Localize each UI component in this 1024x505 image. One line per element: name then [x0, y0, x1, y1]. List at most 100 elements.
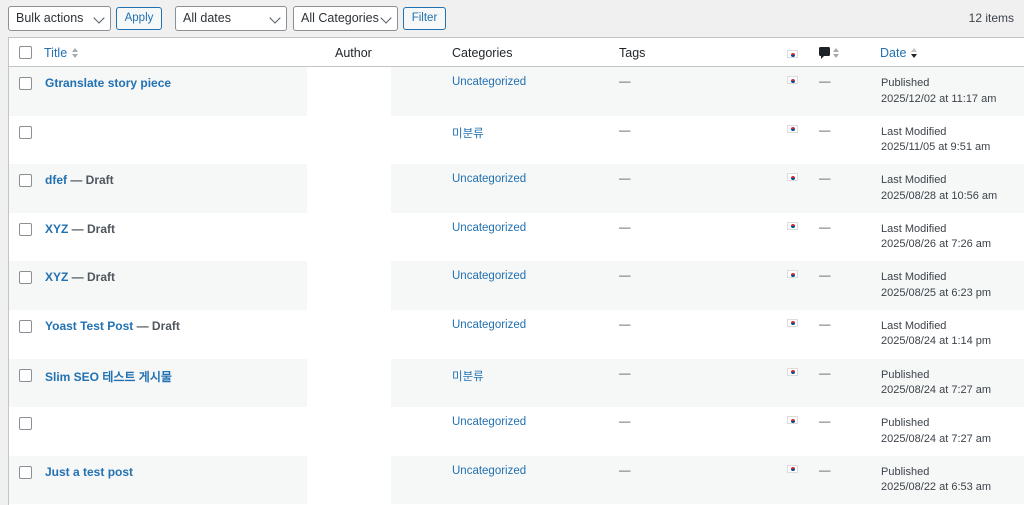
korean-flag-icon [787, 367, 798, 376]
author-cell [307, 309, 391, 359]
sort-desc-icon [911, 47, 918, 58]
post-category-link[interactable]: Uncategorized [452, 319, 526, 331]
table-header: Title Author Categories Tags Date [9, 38, 1024, 67]
language-cell[interactable] [787, 76, 798, 86]
post-comments: — [819, 124, 831, 137]
post-date-cell: Last Modified 2025/08/25 at 6:23 pm [881, 270, 991, 301]
post-date-cell: Last Modified 2025/08/24 at 1:14 pm [881, 319, 991, 350]
column-comments-header[interactable] [819, 47, 845, 61]
post-date-value: 2025/08/22 at 6:53 am [881, 481, 992, 494]
categories-filter-select[interactable]: All Categories [293, 6, 398, 31]
korean-flag-icon [787, 464, 798, 473]
language-cell[interactable] [787, 416, 798, 426]
bulk-actions-select[interactable]: Bulk actions [8, 6, 111, 31]
author-cell [307, 115, 391, 165]
post-category-link[interactable]: 미분류 [452, 125, 484, 141]
comment-icon [819, 47, 830, 59]
post-date-cell: Last Modified 2025/11/05 at 9:51 am [881, 125, 990, 156]
table-row: Yoast Test Post — Draft Uncategorized — … [9, 309, 1024, 359]
chevron-down-icon [269, 12, 281, 24]
post-date-status: Published [881, 465, 930, 478]
language-cell[interactable] [787, 464, 798, 475]
post-date-status: Published [881, 77, 930, 89]
row-checkbox[interactable] [19, 417, 32, 431]
column-date-header[interactable]: Date [880, 46, 918, 60]
post-state: — Draft [133, 318, 180, 333]
korean-flag-icon [787, 221, 798, 230]
korean-flag-icon [787, 76, 798, 84]
post-date-status: Last Modified [881, 271, 947, 284]
post-date-value: 2025/08/24 at 1:14 pm [881, 335, 992, 348]
column-title-header[interactable]: Title [44, 46, 79, 60]
post-comments: — [819, 270, 831, 283]
author-cell [307, 212, 391, 262]
post-title-cell: XYZ — Draft [45, 222, 115, 236]
post-comments: — [819, 367, 831, 380]
items-count: 12 items [968, 11, 1014, 25]
post-date-value: 2025/08/28 at 10:56 am [881, 189, 998, 202]
author-cell [307, 455, 391, 505]
post-tags: — [619, 464, 631, 477]
language-cell[interactable] [787, 318, 798, 329]
post-date-cell: Published 2025/08/22 at 6:53 am [881, 465, 991, 496]
row-checkbox[interactable] [19, 125, 32, 139]
post-category-link[interactable]: Uncategorized [452, 173, 526, 185]
row-checkbox[interactable] [19, 77, 32, 90]
post-tags: — [619, 124, 631, 137]
post-category-link[interactable]: Uncategorized [452, 270, 526, 282]
post-date-cell: Published 2025/12/02 at 11:17 am [881, 76, 996, 107]
post-title-link[interactable]: Just a test post [45, 465, 133, 479]
filter-button[interactable]: Filter [403, 7, 446, 30]
post-category-link[interactable]: Uncategorized [452, 416, 526, 428]
dates-filter-select[interactable]: All dates [175, 6, 287, 31]
post-date-value: 2025/08/24 at 7:27 am [881, 432, 992, 445]
post-state: — Draft [68, 221, 116, 236]
row-checkbox[interactable] [19, 368, 32, 382]
post-tags: — [619, 76, 631, 88]
language-cell[interactable] [787, 124, 798, 135]
column-title-label: Title [44, 46, 68, 60]
row-checkbox[interactable] [19, 465, 32, 479]
dates-filter-label: All dates [183, 11, 231, 25]
language-cell[interactable] [787, 221, 798, 232]
post-title-link[interactable]: dfef [45, 173, 67, 187]
table-row: Slim SEO 테스트 게시물 미분류 — — Published 2025/… [9, 358, 1024, 408]
post-title-link[interactable]: XYZ [45, 270, 68, 284]
post-title-link[interactable]: XYZ [45, 222, 68, 236]
post-title-link[interactable]: Slim SEO 테스트 게시물 [45, 370, 172, 384]
post-category-link[interactable]: Uncategorized [452, 76, 526, 88]
post-date-cell: Published 2025/08/24 at 7:27 am [881, 416, 991, 447]
chevron-down-icon [93, 12, 105, 24]
post-category-link[interactable]: Uncategorized [452, 222, 526, 234]
post-comments: — [819, 173, 831, 186]
row-checkbox[interactable] [19, 319, 32, 333]
posts-list-screen: Bulk actions Apply All dates All Categor… [0, 0, 1024, 505]
row-checkbox[interactable] [19, 222, 32, 236]
row-checkbox[interactable] [19, 174, 32, 188]
post-title-link[interactable]: Yoast Test Post [45, 319, 133, 333]
column-author-header: Author [335, 46, 372, 60]
post-date-value: 2025/08/25 at 6:23 pm [881, 286, 992, 299]
post-tags: — [619, 173, 631, 186]
author-cell [307, 261, 391, 310]
post-date-status: Published [881, 417, 930, 430]
author-cell [307, 407, 391, 456]
language-cell[interactable] [787, 367, 798, 378]
post-comments: — [819, 76, 831, 88]
post-title-cell: Gtranslate story piece [45, 76, 171, 90]
language-cell[interactable] [787, 173, 798, 183]
row-checkbox[interactable] [19, 271, 32, 285]
table-row: Just a test post Uncategorized — — Publi… [9, 455, 1024, 505]
author-cell [307, 67, 391, 116]
post-title-link[interactable]: Gtranslate story piece [45, 76, 171, 90]
language-cell[interactable] [787, 270, 798, 280]
apply-button[interactable]: Apply [116, 7, 162, 30]
select-all-checkbox[interactable] [19, 46, 32, 59]
sort-icon [833, 48, 840, 58]
post-category-link[interactable]: 미분류 [452, 368, 484, 384]
column-tags-header: Tags [619, 46, 646, 60]
post-category-link[interactable]: Uncategorized [452, 465, 526, 477]
post-tags: — [619, 318, 631, 331]
post-date-value: 2025/11/05 at 9:51 am [881, 141, 991, 154]
post-comments: — [819, 221, 831, 234]
